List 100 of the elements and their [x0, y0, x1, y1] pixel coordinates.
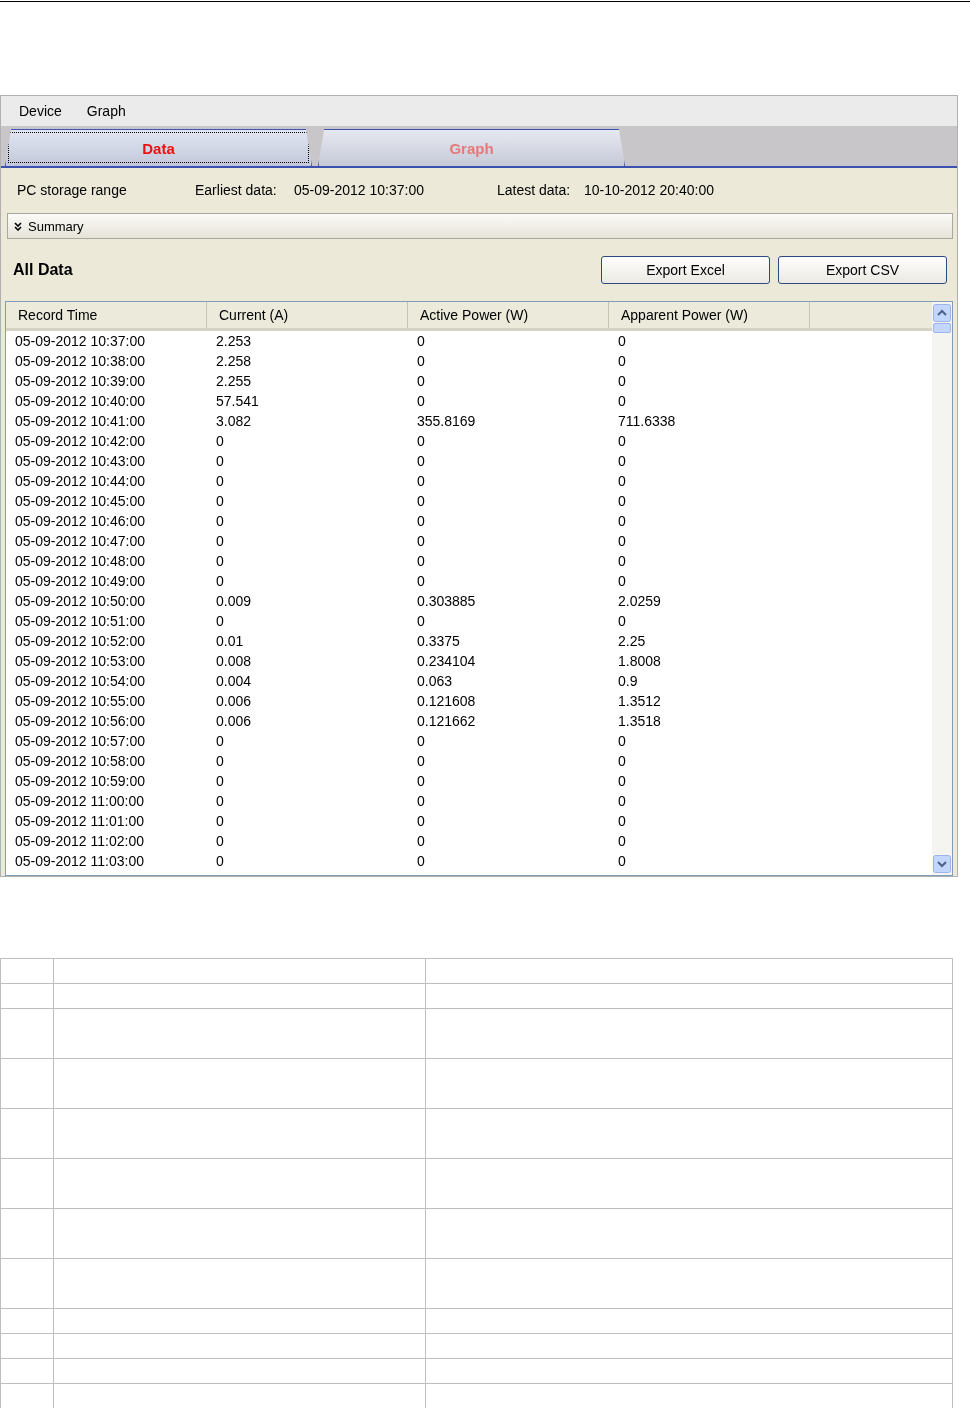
table-cell-text: 05-09-2012 10:59:00	[14, 773, 146, 789]
table-cell-text: 0	[617, 773, 627, 789]
table-cell-text: 05-09-2012 11:00:00	[14, 793, 145, 809]
table-cell-text: 0.063	[416, 673, 454, 689]
table-cell-text: 05-09-2012 10:40:00	[14, 393, 146, 409]
table-cell-text: 0	[416, 773, 426, 789]
column-header[interactable]: Current (A)	[207, 302, 408, 328]
table-cell-text: 05-09-2012 10:52:00	[14, 633, 146, 649]
table-cell-text: 0.006	[215, 693, 253, 709]
table-cell-text: 0	[416, 453, 426, 469]
table-cell-text: 0	[416, 333, 426, 349]
earliest-value: 05-09-2012 10:37:00	[294, 182, 425, 198]
column-header[interactable]: Active Power (W)	[408, 302, 609, 328]
table-cell-text: 05-09-2012 10:49:00	[14, 573, 146, 589]
table-cell-text: 0.121662	[416, 713, 477, 729]
table-cell-text: 0	[617, 793, 627, 809]
table-cell-text: 0	[215, 493, 225, 509]
table-cell-text: 0.006	[215, 713, 253, 729]
table-cell-text: 05-09-2012 10:57:00	[14, 733, 146, 749]
table-cell-text: 05-09-2012 10:46:00	[14, 513, 146, 529]
column-header[interactable]: Apparent Power (W)	[609, 302, 810, 328]
table-cell-text: 05-09-2012 10:38:00	[14, 353, 146, 369]
table-cell-text: 05-09-2012 10:41:00	[14, 413, 146, 429]
table-cell-text: 0.3375	[416, 633, 461, 649]
table-cell-text: 0	[617, 753, 627, 769]
table-cell-text: 0	[617, 453, 627, 469]
table-cell-text: 0	[617, 733, 627, 749]
table-cell-text: 0	[416, 733, 426, 749]
table-cell-text: 0.303885	[416, 593, 477, 609]
table-cell-text: 05-09-2012 10:42:00	[14, 433, 146, 449]
table-cell-text: 05-09-2012 10:50:00	[14, 593, 146, 609]
table-cell-text: 05-09-2012 10:53:00	[14, 653, 146, 669]
menu-item[interactable]: Graph	[86, 103, 126, 119]
table-cell-text: 0.004	[215, 673, 253, 689]
table-cell-text: 2.0259	[617, 593, 662, 609]
export-button[interactable]: Export Excel	[601, 256, 770, 284]
table-cell-text: 0	[617, 533, 627, 549]
table-cell-text: 0.008	[215, 653, 253, 669]
table-cell-text: 0	[215, 473, 225, 489]
column-header[interactable]: Record Time	[6, 302, 207, 328]
table-cell-text: 0	[617, 553, 627, 569]
table-cell-text: 0	[617, 853, 627, 869]
table-cell-text: 0.121608	[416, 693, 477, 709]
latest-value: 10-10-2012 20:40:00	[584, 182, 714, 198]
table-cell-text: 0	[215, 733, 225, 749]
table-cell-text: 3.082	[215, 413, 253, 429]
table-cell-text: 0	[617, 513, 627, 529]
table-cell-text: 0	[416, 833, 426, 849]
export-button[interactable]: Export CSV	[778, 256, 947, 284]
table-cell-text: 0	[617, 333, 627, 349]
table-cell-text: 0	[617, 433, 627, 449]
table-cell-text: 0	[416, 373, 426, 389]
table-cell-text: 0	[416, 513, 426, 529]
table-cell-text: 0.9	[617, 673, 639, 689]
table-cell-text: 0	[416, 473, 426, 489]
table-cell-text: 2.25	[617, 633, 647, 649]
table-cell-text: 0	[215, 853, 225, 869]
table-cell-text: 0	[416, 753, 426, 769]
table-cell-text: 0	[416, 433, 426, 449]
table-cell-text: 05-09-2012 10:45:00	[14, 493, 146, 509]
table-cell-text: 1.3518	[617, 713, 662, 729]
table-cell-text: 0	[416, 853, 426, 869]
table-cell-text: 05-09-2012 10:51:00	[14, 613, 146, 629]
table-cell-text: 05-09-2012 11:02:00	[14, 833, 145, 849]
table-cell-text: 2.255	[215, 373, 253, 389]
table-cell-text: 05-09-2012 11:03:00	[14, 853, 145, 869]
table-cell-text: 0	[215, 613, 225, 629]
table-cell-text: 05-09-2012 10:55:00	[14, 693, 146, 709]
table-cell-text: 05-09-2012 10:37:00	[14, 333, 146, 349]
table-cell-text: 0	[617, 373, 627, 389]
table-cell-text: 0	[617, 613, 627, 629]
table-cell-text: 711.6338	[617, 413, 677, 429]
table-cell-text: 0	[416, 793, 426, 809]
table-cell-text: 05-09-2012 10:58:00	[14, 753, 146, 769]
table-cell-text: 0	[617, 393, 627, 409]
table-cell-text: 0	[416, 533, 426, 549]
table-cell-text: 0	[416, 353, 426, 369]
table-cell-text: 05-09-2012 10:43:00	[14, 453, 146, 469]
table-cell-text: 0	[215, 513, 225, 529]
table-cell-text: 0	[617, 833, 627, 849]
table-cell-text: 05-09-2012 10:44:00	[14, 473, 146, 489]
table-cell-text: 0.009	[215, 593, 253, 609]
table-cell-text: 0	[617, 353, 627, 369]
table-cell-text: 0	[617, 573, 627, 589]
section-title: All Data	[13, 261, 73, 279]
summary-bar[interactable]: Summary	[7, 213, 953, 239]
table-cell-text: 1.3512	[617, 693, 662, 709]
table-cell-text: 57.541	[215, 393, 260, 409]
table-cell-text: 0	[416, 493, 426, 509]
table-cell-text: 0	[617, 493, 627, 509]
menu-item[interactable]: Device	[19, 103, 62, 119]
table-cell-text: 355.8169	[416, 413, 477, 429]
table-cell-text: 0	[416, 813, 426, 829]
table-cell-text: 0.01	[215, 633, 245, 649]
table-cell-text: 0	[215, 433, 225, 449]
table-cell-text: 1.8008	[617, 653, 662, 669]
table-cell-text: 0	[617, 813, 627, 829]
table-cell-text: 05-09-2012 10:48:00	[14, 553, 146, 569]
table-cell-text: 05-09-2012 10:39:00	[14, 373, 146, 389]
table-cell-text: 0.234104	[416, 653, 477, 669]
